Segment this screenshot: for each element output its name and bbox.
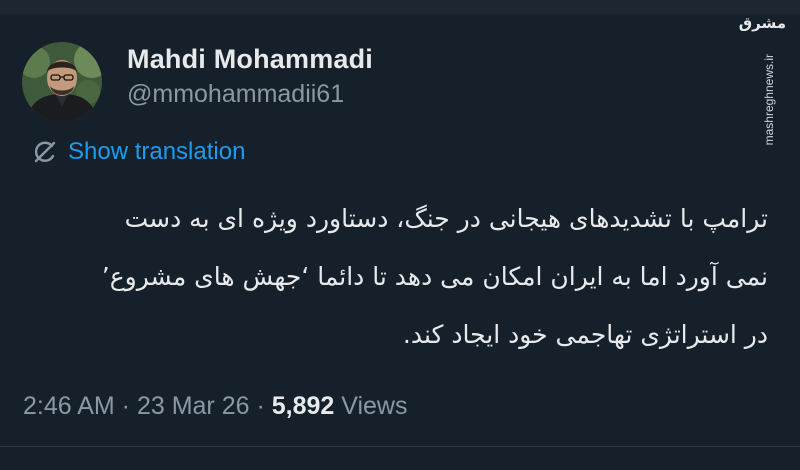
tweet-time[interactable]: 2:46 AM xyxy=(23,392,115,420)
avatar[interactable] xyxy=(22,42,102,122)
author-name[interactable]: Mahdi Mohammadi xyxy=(127,44,373,75)
top-divider xyxy=(0,0,800,14)
tweet-line-3: در استراتژی تهاجمی خود ایجاد کند. xyxy=(402,320,768,349)
tweet-line-2: نمی آورد اما به ایران امکان می دهد تا دا… xyxy=(101,262,768,291)
views-count[interactable]: 5,892 xyxy=(272,392,335,420)
show-translation-button[interactable]: Show translation xyxy=(32,136,245,168)
meta-separator: · xyxy=(114,392,137,420)
views-label[interactable]: Views xyxy=(334,392,407,420)
watermark-url: mashreghnews.ir xyxy=(762,54,776,146)
tweet-meta: 2:46 AM · 23 Mar 26 · 5,892 Views xyxy=(23,392,407,421)
show-translation-label: Show translation xyxy=(68,138,246,165)
tweet-line-1: ترامپ با تشدیدهای هیجانی در جنگ، دستاورد… xyxy=(124,204,768,233)
meta-separator: · xyxy=(249,392,272,420)
translate-icon xyxy=(32,139,58,165)
tweet-date[interactable]: 23 Mar 26 xyxy=(137,392,250,420)
bottom-divider xyxy=(0,446,800,447)
watermark-logo: مشرق xyxy=(738,14,786,32)
author-handle[interactable]: @mmohammadii61 xyxy=(127,80,344,109)
watermark: مشرق mashreghnews.ir xyxy=(738,14,788,145)
avatar-photo xyxy=(22,42,102,122)
tweet-text: ترامپ با تشدیدهای هیجانی در جنگ، دستاورد… xyxy=(28,190,768,364)
